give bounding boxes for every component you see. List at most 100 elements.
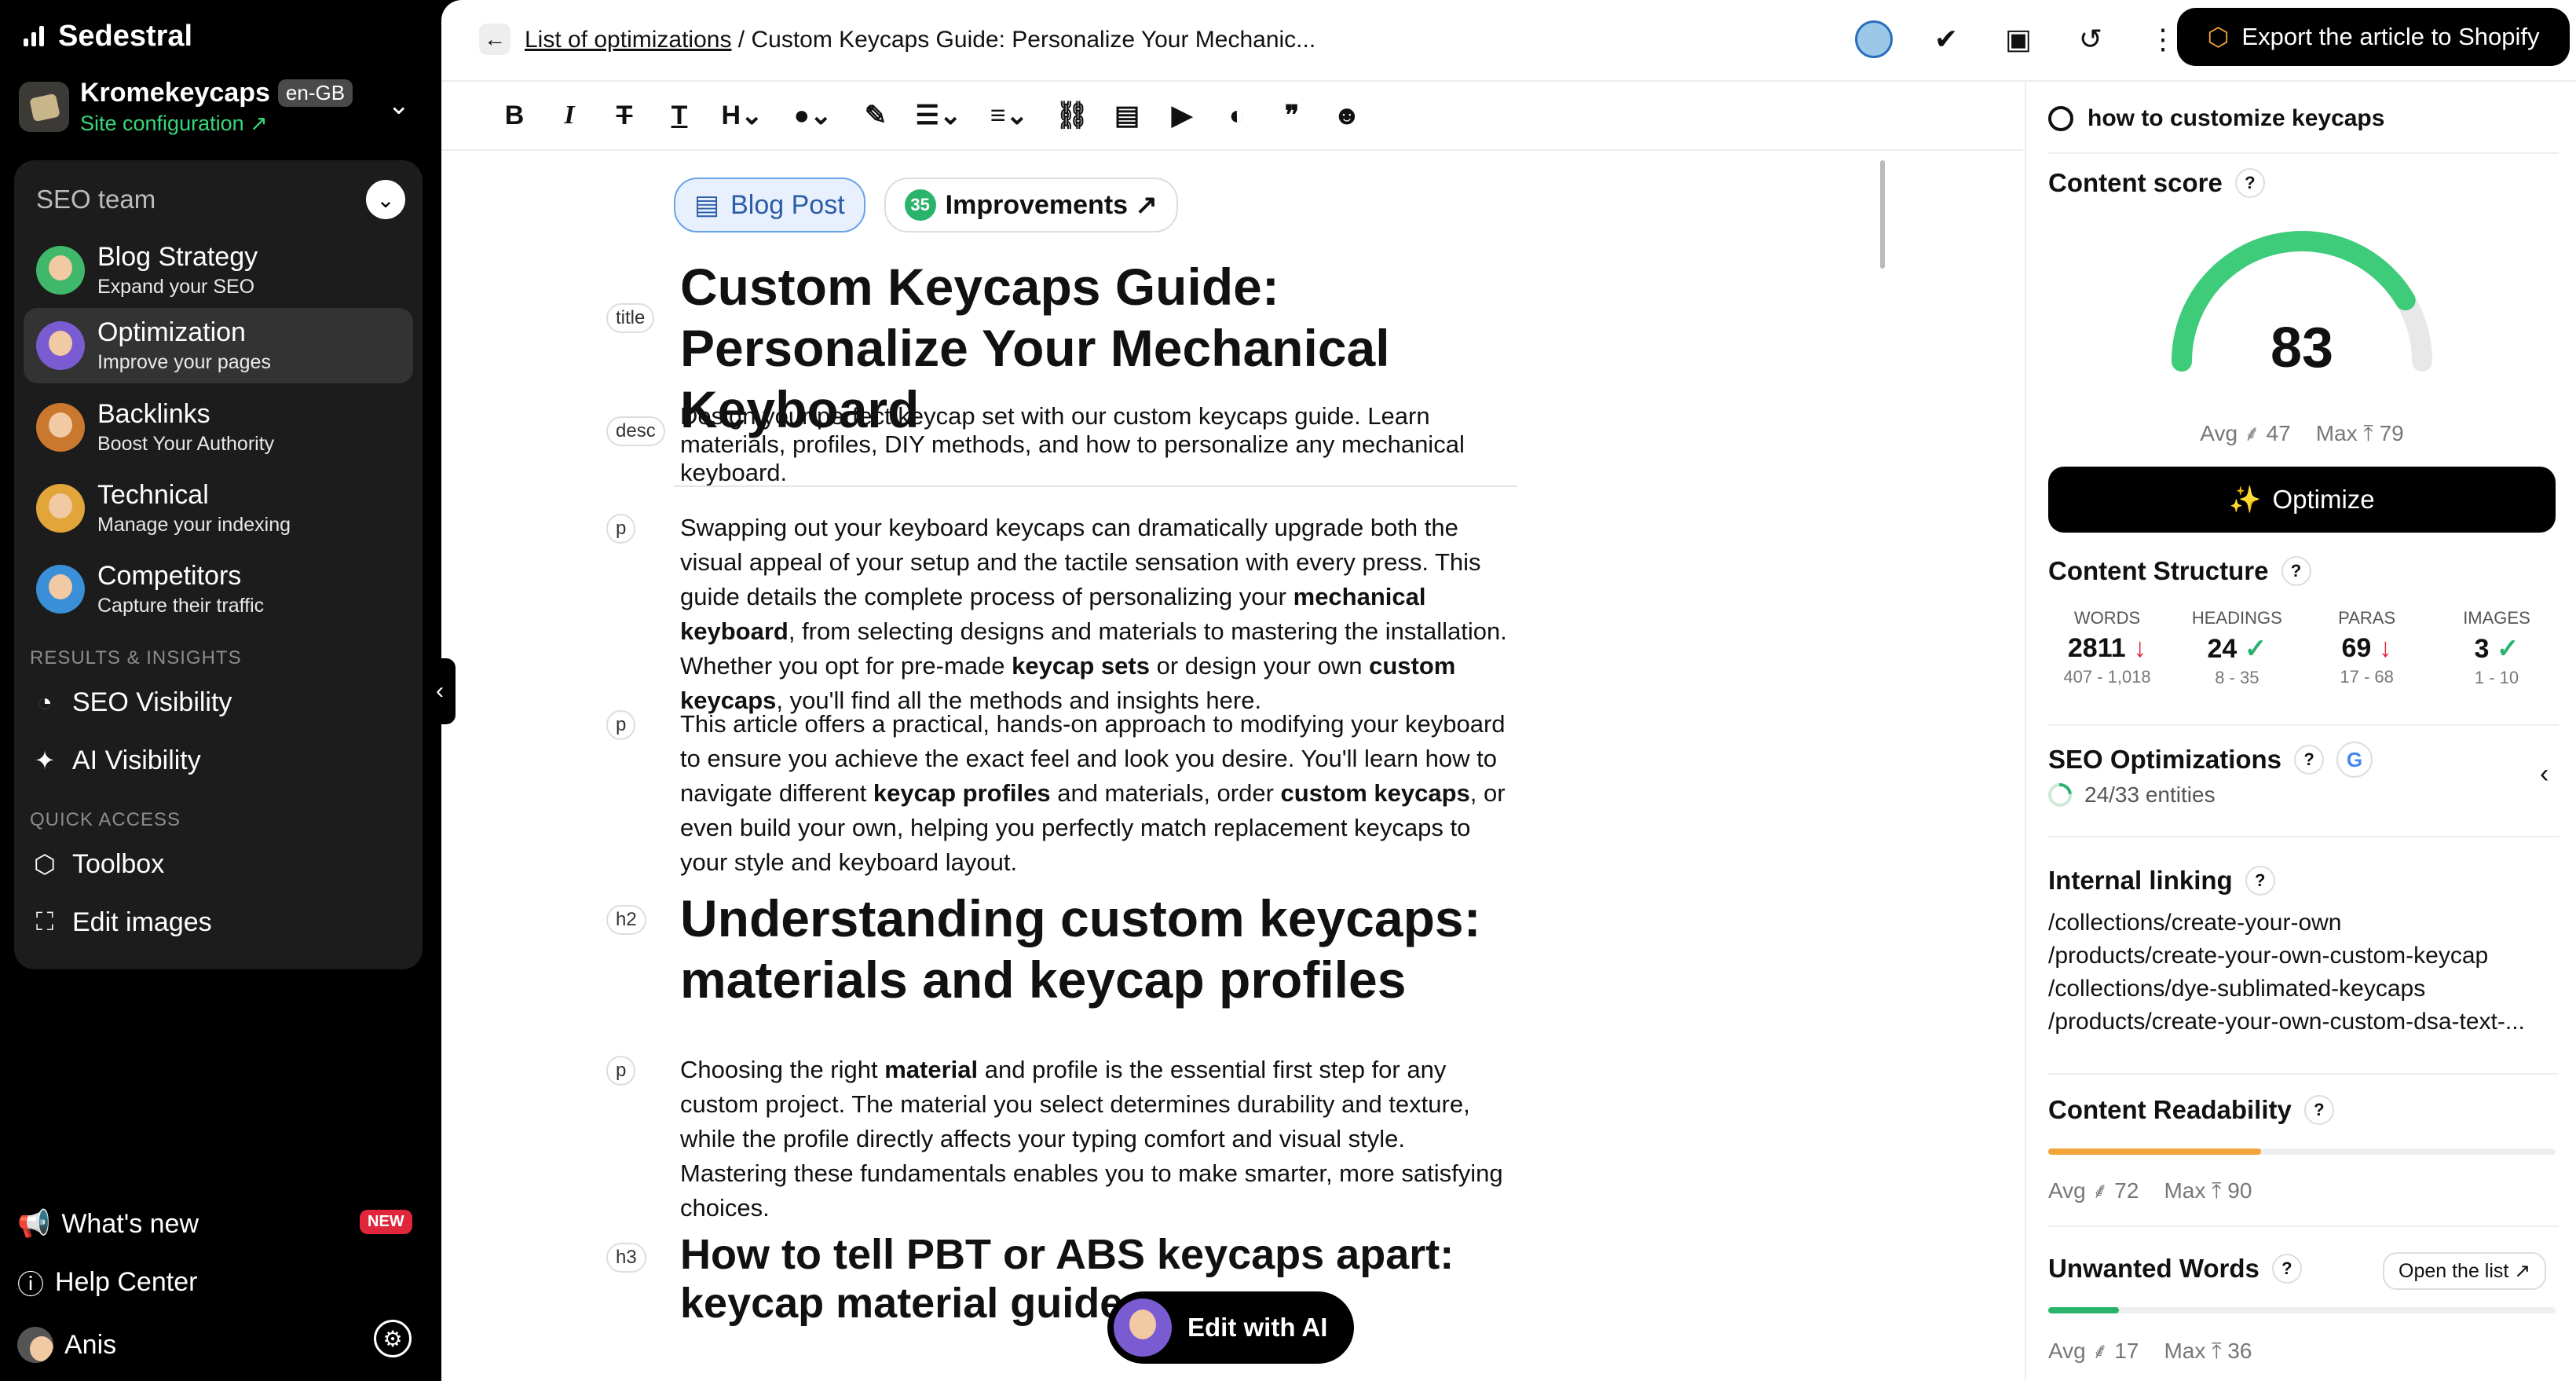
editor-toolbar: B I T T H⌄ ●⌄ ✎ ☰⌄ ≡⌄ ⛓ ▤ ▶ ◐ ❞ ☻ xyxy=(441,82,2023,151)
site-configuration-link[interactable]: Site configuration ↗ xyxy=(80,112,353,136)
internal-links-list: /collections/create-your-own /products/c… xyxy=(2048,907,2525,1038)
collaborator-avatar[interactable] xyxy=(1855,20,1893,58)
video-icon[interactable]: ▶ xyxy=(1154,92,1209,139)
align-dropdown[interactable]: ≡⌄ xyxy=(974,92,1045,139)
unwanted-words-header: Unwanted Words? xyxy=(2048,1254,2302,1284)
highlight-icon[interactable]: ✎ xyxy=(848,92,903,139)
nav-edit-images[interactable]: ⛶ Edit images xyxy=(30,899,212,946)
agent-subtitle: Expand your SEO xyxy=(97,276,255,298)
team-selector[interactable]: SEO team ⌄ xyxy=(36,174,405,225)
open-list-button[interactable]: Open the list ↗ xyxy=(2383,1252,2547,1290)
agent-competitors[interactable]: Competitors Capture their traffic xyxy=(24,551,413,627)
internal-linking-label: Internal linking xyxy=(2048,866,2233,895)
divider xyxy=(2048,1225,2559,1227)
color-dropdown[interactable]: ●⌄ xyxy=(778,92,848,139)
readability-bar xyxy=(2048,1148,2556,1155)
divider xyxy=(2048,836,2559,837)
agent-avatar xyxy=(36,565,85,614)
article-description[interactable]: Design your perfect keycap set with our … xyxy=(680,402,1513,487)
internal-link[interactable]: /products/create-your-own-custom-keycap xyxy=(2048,940,2525,973)
help-icon[interactable]: ? xyxy=(2303,1095,2334,1125)
chevron-left-icon[interactable]: ‹ xyxy=(2540,759,2549,789)
internal-link[interactable]: /products/create-your-own-custom-dsa-tex… xyxy=(2048,1006,2525,1038)
export-shopify-button[interactable]: ⬡ Export the article to Shopify xyxy=(2177,8,2570,66)
back-button[interactable]: ← xyxy=(479,24,510,55)
nav-ai-visibility[interactable]: ✦ AI Visibility xyxy=(30,737,201,784)
editor-scrollbar[interactable] xyxy=(1880,160,1885,269)
breadcrumb-link[interactable]: List of optimizations xyxy=(525,27,731,53)
internal-link[interactable]: /collections/dye-sublimated-keycaps xyxy=(2048,973,2525,1006)
heading-h2[interactable]: Understanding custom keycaps: materials … xyxy=(680,888,1513,1010)
nav-toolbox[interactable]: ⬡ Toolbox xyxy=(30,841,164,888)
divider xyxy=(2048,1073,2559,1075)
italic-icon[interactable]: I xyxy=(542,92,597,139)
check-icon[interactable]: ✔ xyxy=(1927,20,1965,58)
agent-subtitle: Capture their traffic xyxy=(97,595,265,617)
document-icon: ▤ xyxy=(694,190,720,220)
help-icon[interactable]: ? xyxy=(2294,745,2325,775)
paragraph-3[interactable]: Choosing the right material and profile … xyxy=(680,1053,1513,1225)
seo-panel: how to customize keycaps Content score? … xyxy=(2025,82,2576,1381)
max-value: Max ⤒ 79 xyxy=(2315,421,2404,445)
embed-icon[interactable]: ◐ xyxy=(1209,92,1264,139)
chevron-down-icon[interactable]: ⌄ xyxy=(366,180,405,219)
content-readability-label: Content Readability xyxy=(2048,1095,2292,1124)
target-keyword[interactable]: how to customize keycaps xyxy=(2048,105,2384,132)
user-profile[interactable]: Anis xyxy=(17,1321,116,1368)
help-center-link[interactable]: ⓘ Help Center xyxy=(17,1258,197,1306)
help-icon[interactable]: ? xyxy=(2234,168,2265,198)
more-vertical-icon[interactable]: ⋮ xyxy=(2144,20,2182,58)
improvements-count: 35 xyxy=(904,189,936,221)
collapse-sidebar-button[interactable]: ‹ xyxy=(424,658,456,724)
app-brand[interactable]: Sedestral xyxy=(24,14,192,58)
block-label-h2: h2 xyxy=(606,905,646,935)
target-icon xyxy=(2048,106,2073,131)
help-icon[interactable]: ? xyxy=(2245,866,2275,896)
content-score-benchmarks: Avg ⸙ 47 Max ⤒ 79 xyxy=(2026,418,2576,448)
optimize-label: Optimize xyxy=(2272,485,2375,514)
nav-seo-visibility[interactable]: ◔ SEO Visibility xyxy=(30,679,232,726)
list-dropdown[interactable]: ☰⌄ xyxy=(903,92,974,139)
megaphone-icon: 📢 xyxy=(17,1209,51,1239)
agent-backlinks[interactable]: Backlinks Boost Your Authority xyxy=(24,390,413,465)
agent-optimization[interactable]: Optimization Improve your pages xyxy=(24,308,413,383)
edit-with-ai-button[interactable]: Edit with AI xyxy=(1107,1291,1354,1364)
site-selector[interactable]: Kromekeycaps en-GB Site configuration ↗ ⌄ xyxy=(19,72,421,141)
whats-new-link[interactable]: 📢 What's new xyxy=(17,1200,199,1247)
clear-format-icon[interactable]: T xyxy=(652,92,707,139)
heading-dropdown[interactable]: H⌄ xyxy=(707,92,778,139)
agent-avatar xyxy=(36,403,85,452)
top-bar: ← List of optimizations / Custom Keycaps… xyxy=(441,0,2576,82)
image-icon[interactable]: ▣ xyxy=(2000,20,2037,58)
quote-icon[interactable]: ❞ xyxy=(1264,92,1319,139)
chevron-down-icon[interactable]: ⌄ xyxy=(388,90,411,121)
magic-wand-icon: ✨ xyxy=(2229,484,2262,514)
link-icon[interactable]: ⛓ xyxy=(1045,92,1100,139)
agent-technical[interactable]: Technical Manage your indexing xyxy=(24,471,413,546)
gallery-icon[interactable]: ▤ xyxy=(1100,92,1154,139)
emoji-icon[interactable]: ☻ xyxy=(1319,92,1374,139)
history-icon[interactable]: ↺ xyxy=(2072,20,2109,58)
heading-h3[interactable]: How to tell PBT or ABS keycaps apart: ke… xyxy=(680,1230,1513,1328)
stat-key: PARAS xyxy=(2338,608,2396,628)
paragraph-1[interactable]: Swapping out your keyboard keycaps can d… xyxy=(680,511,1513,718)
strikethrough-icon[interactable]: T xyxy=(597,92,652,139)
gear-icon[interactable]: ⚙ xyxy=(374,1320,412,1357)
bold-icon[interactable]: B xyxy=(487,92,542,139)
stat-range: 8 - 35 xyxy=(2215,668,2259,687)
agent-blog-strategy[interactable]: Blog Strategy Expand your SEO xyxy=(24,233,413,308)
improvements-button[interactable]: 35 Improvements ↗ xyxy=(884,178,1178,233)
seo-optimizations-header: SEO Optimizations? G xyxy=(2048,742,2373,778)
stat-value: 2811 xyxy=(2067,633,2126,663)
blog-post-tag[interactable]: ▤ Blog Post xyxy=(674,178,865,233)
editor[interactable]: ▤ Blog Post 35 Improvements ↗ title Custom… xyxy=(441,151,2023,1381)
optimize-button[interactable]: ✨ Optimize xyxy=(2048,467,2556,533)
help-icon[interactable]: ? xyxy=(2271,1254,2302,1284)
content-score-label: Content score xyxy=(2048,168,2223,197)
help-icon[interactable]: ? xyxy=(2281,556,2311,586)
paragraph-2[interactable]: This article offers a practical, hands-o… xyxy=(680,707,1513,880)
internal-link[interactable]: /collections/create-your-own xyxy=(2048,907,2525,940)
breadcrumb: List of optimizations / Custom Keycaps G… xyxy=(525,27,1315,53)
stat-key: WORDS xyxy=(2073,608,2141,628)
content-readability-header: Content Readability? xyxy=(2048,1095,2334,1125)
